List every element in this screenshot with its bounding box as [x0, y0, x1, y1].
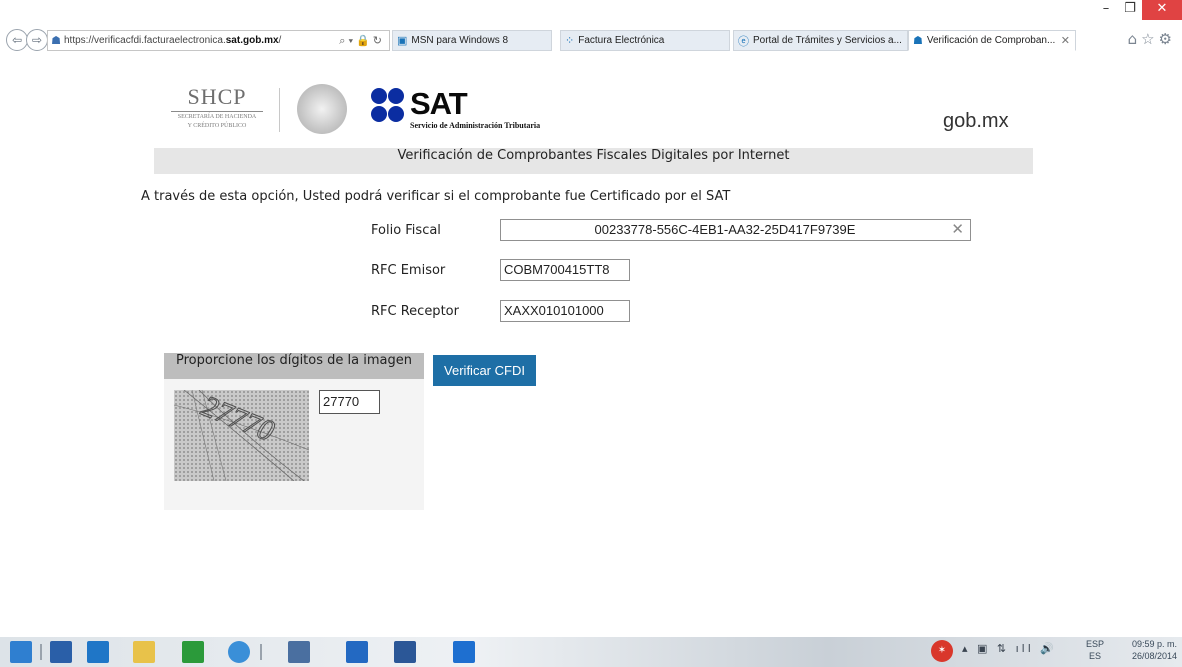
page-title: Verificación de Comprobantes Fiscales Di…: [154, 148, 1033, 174]
logo-divider: [279, 88, 280, 132]
folio-fiscal-value: 00233778-556C-4EB1-AA32-25D417F9739E: [594, 222, 856, 237]
shcp-subtitle-2: Y CRÉDITO PÚBLICO: [187, 123, 247, 129]
ie-icon[interactable]: [453, 641, 475, 663]
site-tab-icon: ☗: [913, 35, 923, 47]
sat-logo-icon: [371, 86, 405, 126]
tray-alert-icon[interactable]: ✶: [931, 640, 953, 662]
rfc-receptor-label: RFC Receptor: [371, 304, 459, 319]
shcp-title: SHCP: [171, 84, 263, 112]
app-icon[interactable]: [288, 641, 310, 663]
taskbar-separator: [260, 644, 262, 660]
close-tab-icon[interactable]: ✕: [1061, 34, 1075, 47]
taskbar-separator: [40, 644, 42, 660]
shcp-logo: SHCP SECRETARÍA DE HACIENDA Y CRÉDITO PÚ…: [171, 84, 263, 130]
browser-toolbar: ⌂☆⚙: [1128, 30, 1176, 48]
gob-mx-logo[interactable]: gob.mx: [943, 110, 1009, 133]
tab-factura[interactable]: ⁘ Factura Electrónica: [560, 30, 730, 51]
msn-icon: ▣: [397, 35, 408, 47]
captcha-heading: Proporcione los dígitos de la imagen: [164, 353, 424, 379]
rfc-receptor-input[interactable]: XAXX010101000: [500, 300, 630, 322]
captcha-input[interactable]: 27770: [319, 390, 380, 414]
rfc-emisor-input[interactable]: COBM700415TT8: [500, 259, 630, 281]
sat-subtitle: Servicio de Administración Tributaria: [410, 121, 541, 130]
lenovo-app-icon[interactable]: [87, 641, 109, 663]
home-icon[interactable]: ⌂: [1128, 30, 1142, 48]
clear-field-icon[interactable]: ✕: [951, 220, 964, 238]
url-suffix: /: [278, 35, 282, 46]
word-icon[interactable]: [394, 641, 416, 663]
sat-title: SAT: [410, 86, 468, 121]
file-explorer-icon[interactable]: [133, 641, 155, 663]
tab-verificacion[interactable]: ☗ Verificación de Comproban... ✕: [908, 30, 1076, 51]
captcha-digits: 27770: [197, 390, 279, 448]
clock-time: 09:59 p. m.: [1131, 639, 1177, 649]
system-tray[interactable]: ▴ ▣ ⇅ ıll 🔊: [962, 642, 1057, 655]
close-window-button[interactable]: ✕: [1142, 0, 1182, 20]
intro-text: A través de esta opción, Usted podrá ver…: [141, 189, 731, 204]
captcha-image: 27770: [174, 390, 309, 481]
tab-portal[interactable]: ⓔ Portal de Trámites y Servicios a...: [733, 30, 908, 51]
window-controls: – ❐ ✕: [1094, 0, 1182, 28]
language-line2: ES: [1089, 651, 1102, 661]
forward-button[interactable]: ⇨: [26, 29, 48, 51]
mail-icon[interactable]: [346, 641, 368, 663]
address-tools[interactable]: ⌕▾🔒↻: [339, 34, 389, 48]
language-line1: ESP: [1086, 639, 1105, 649]
desktop-app-icon[interactable]: [50, 641, 72, 663]
settings-icon[interactable]: ⚙: [1159, 30, 1176, 48]
internet-explorer-icon[interactable]: [228, 641, 250, 663]
tab-label: Portal de Trámites y Servicios a...: [753, 35, 902, 46]
tab-label: Factura Electrónica: [578, 35, 665, 46]
clock-date: 26/08/2014: [1131, 651, 1177, 661]
clock[interactable]: 09:59 p. m. 26/08/2014: [1115, 638, 1177, 662]
language-indicator[interactable]: ESP ES: [1086, 638, 1104, 662]
folio-fiscal-label: Folio Fiscal: [371, 223, 441, 238]
url-prefix: https://verificacfdi.facturaelectronica.: [64, 35, 226, 46]
ie-tab-icon: ⓔ: [738, 35, 749, 48]
verify-cfdi-button[interactable]: Verificar CFDI: [433, 355, 536, 386]
restore-button[interactable]: ❐: [1118, 0, 1142, 20]
sat-tab-icon: ⁘: [565, 35, 575, 47]
tab-label: Verificación de Comproban...: [926, 35, 1056, 46]
folio-fiscal-input[interactable]: 00233778-556C-4EB1-AA32-25D417F9739E ✕: [500, 219, 971, 241]
national-seal-icon: [297, 84, 347, 134]
rfc-emisor-label: RFC Emisor: [371, 263, 446, 278]
address-bar[interactable]: ☗ https://verificacfdi.facturaelectronic…: [47, 30, 390, 51]
favorites-icon[interactable]: ☆: [1141, 30, 1158, 48]
start-icon[interactable]: [10, 641, 32, 663]
minimize-button[interactable]: –: [1094, 0, 1118, 20]
tab-label: MSN para Windows 8: [411, 35, 509, 46]
back-button[interactable]: ⇦: [6, 29, 28, 51]
shcp-subtitle-1: SECRETARÍA DE HACIENDA: [177, 114, 257, 120]
site-icon: ☗: [51, 35, 61, 47]
url-domain: sat.gob.mx: [225, 35, 279, 46]
store-icon[interactable]: [182, 641, 204, 663]
tab-msn[interactable]: ▣ MSN para Windows 8: [392, 30, 552, 51]
